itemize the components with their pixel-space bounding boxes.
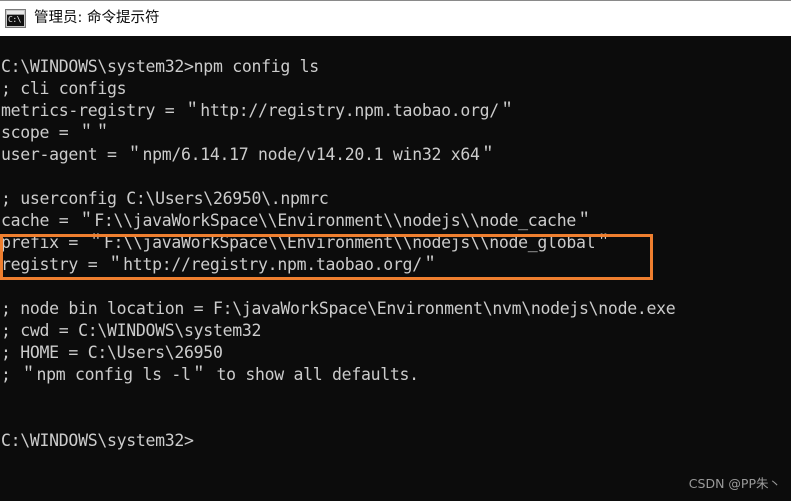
console-line: registry = ＂http://registry.npm.taobao.o… xyxy=(1,255,439,274)
console-line: C:\WINDOWS\system32>npm config ls xyxy=(1,57,319,76)
console-line: user-agent = ＂npm/6.14.17 node/v14.20.1 … xyxy=(1,145,496,164)
console-line: C:\WINDOWS\system32> xyxy=(1,431,194,450)
console-output-area[interactable]: C:\WINDOWS\system32>npm config ls ; cli c… xyxy=(0,36,791,501)
console-line: ; HOME = C:\Users\26950 xyxy=(1,343,223,362)
console-line: metrics-registry = ＂http://registry.npm.… xyxy=(1,101,516,120)
cmd-icon-screen: C:\ xyxy=(7,15,24,26)
console-line-list: C:\WINDOWS\system32>npm config ls ; cli c… xyxy=(0,56,791,452)
console-line: prefix = ＂F:\\javaWorkSpace\\Environment… xyxy=(1,233,612,252)
title-bar: C:\ 管理员: 命令提示符 xyxy=(0,0,791,36)
console-line: ; cwd = C:\WINDOWS\system32 xyxy=(1,321,262,340)
command-prompt-window: C:\ 管理员: 命令提示符 C:\WINDOWS\system32>npm c… xyxy=(0,0,791,501)
cmd-icon: C:\ xyxy=(5,9,26,28)
console-line: ; node bin location = F:\javaWorkSpace\E… xyxy=(1,299,676,318)
watermark: CSDN @PP朱丶 xyxy=(688,476,781,491)
window-title: 管理员: 命令提示符 xyxy=(34,10,160,27)
console-line: ; userconfig C:\Users\26950\.npmrc xyxy=(1,189,329,208)
console-line: scope = ＂＂ xyxy=(1,123,111,142)
console-line: ; ＂npm config ls -l＂ to show all default… xyxy=(1,365,419,384)
console-line: cache = ＂F:\\javaWorkSpace\\Environment\… xyxy=(1,211,593,230)
console-line: ; cli configs xyxy=(1,79,127,98)
